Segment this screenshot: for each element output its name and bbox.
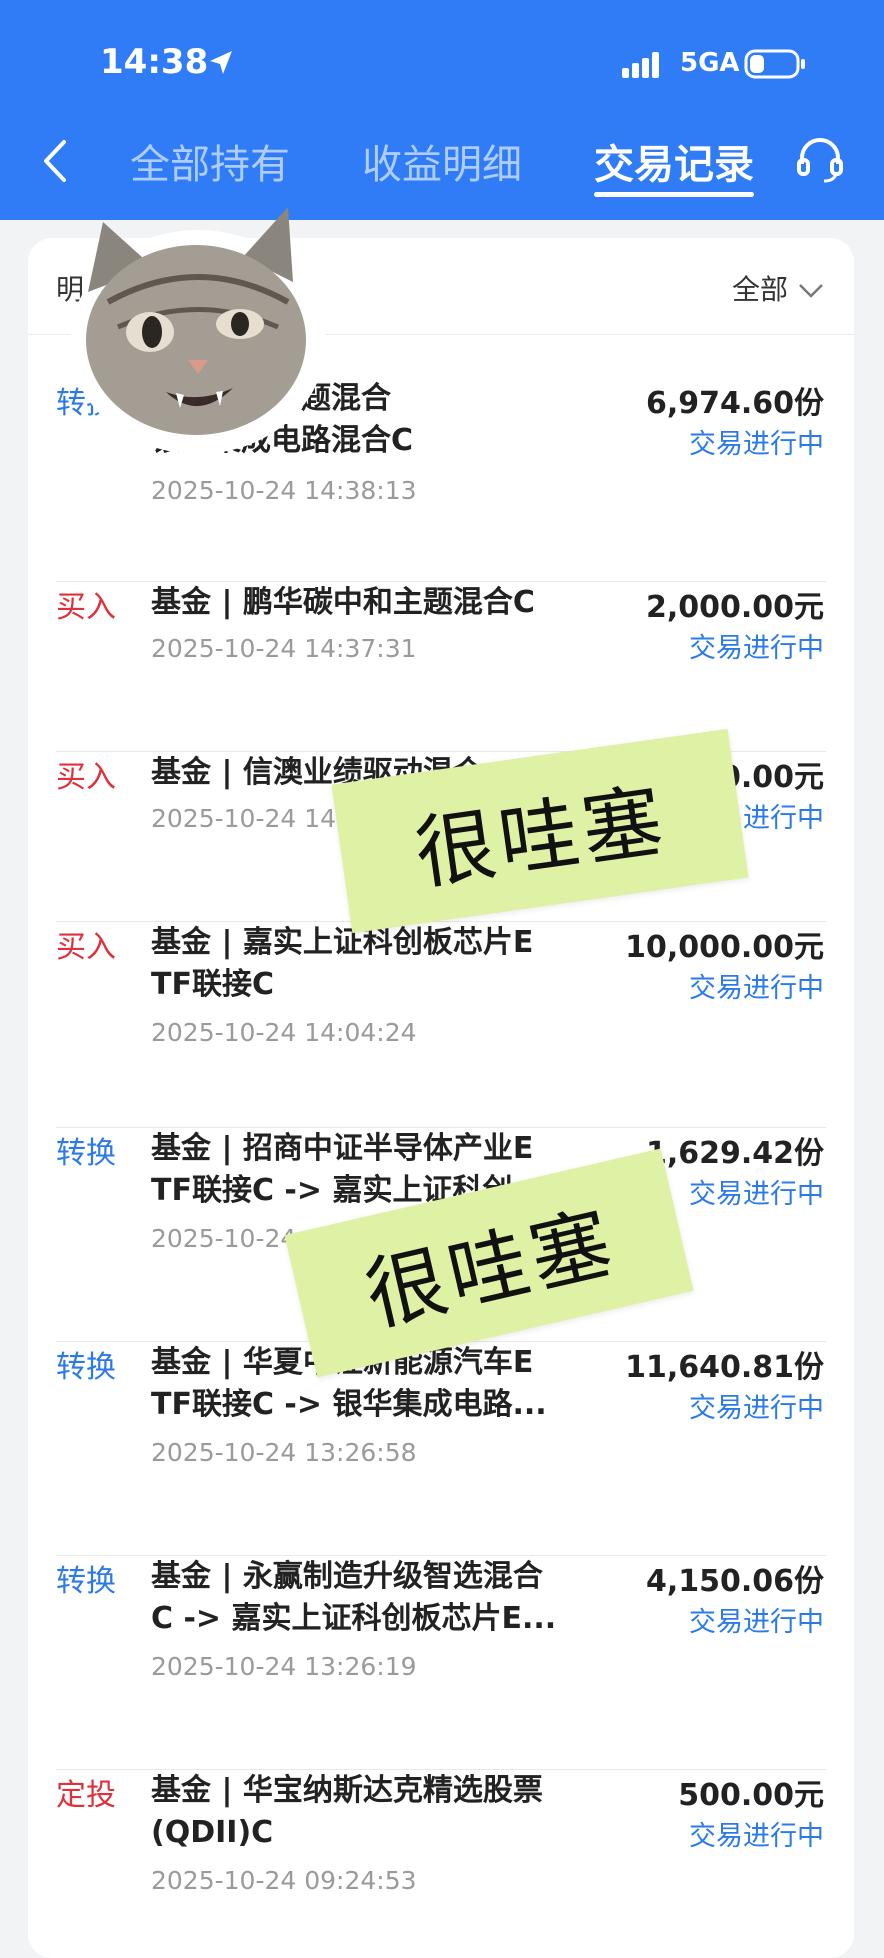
location-arrow-icon [210, 51, 232, 74]
tab-transactions[interactable]: 交易记录 [594, 132, 754, 190]
record-title: 基金 | 华宝纳斯达克精选股票 (QDII)C [151, 1773, 543, 1850]
record-date: 2025-10-24 13:26:58 [151, 1438, 417, 1467]
filter-dropdown-label: 全部 [731, 273, 788, 306]
record-amount: 500.00元 [678, 1778, 824, 1813]
record-status: 交易进行中 [689, 1179, 824, 1210]
cat-sticker-image [70, 207, 326, 454]
record-status: 交易进行中 [689, 1607, 824, 1638]
record-date: 2025-10-24 09:24:53 [151, 1866, 417, 1895]
record-amount: 10,000.00元 [625, 930, 824, 965]
record-date: 2025-10-24 13:26:19 [151, 1652, 417, 1681]
active-tab-indicator [594, 192, 754, 197]
record-amount: 2,000.00元 [645, 590, 824, 625]
record-status: 交易进行中 [689, 973, 824, 1004]
transaction-row[interactable]: 定投 基金 | 华宝纳斯达克精选股票 (QDII)C 2025-10-24 09:… [28, 1770, 854, 1958]
filter-dropdown[interactable]: 全部 [732, 268, 824, 308]
record-amount: 6,974.60份 [645, 386, 824, 421]
chevron-down-icon [799, 284, 823, 298]
status-bar: 14:38 5GA [0, 0, 884, 110]
back-icon[interactable] [36, 136, 76, 186]
transaction-row[interactable]: 买入 基金 | 嘉实上证科创板芯片E TF联接C 2025-10-24 14:04… [28, 922, 854, 1128]
transaction-row[interactable]: 买入 基金 | 鹏华碳中和主题混合C 2025-10-24 14:37:31 2… [28, 582, 854, 752]
record-amount: 11,640.81份 [625, 1350, 824, 1385]
record-status: 交易进行中 [689, 1393, 824, 1424]
record-type: 转换 [56, 1350, 116, 1385]
network-type: 5GA [680, 48, 740, 78]
record-status: 交易进行中 [689, 1821, 824, 1852]
record-type: 定投 [56, 1778, 116, 1813]
headset-icon[interactable] [794, 134, 846, 186]
record-date: 2025-10-24 14:37:31 [151, 634, 417, 663]
record-type: 转换 [56, 1136, 116, 1171]
record-type: 买入 [56, 930, 116, 965]
battery-icon [744, 49, 805, 79]
record-amount: 1,629.42份 [645, 1136, 824, 1171]
record-date: 2025-10-24 14:38:13 [151, 476, 417, 505]
record-date: 2025-10-24 14:04:24 [151, 1018, 417, 1047]
status-time: 14:38 [100, 42, 209, 82]
transaction-card: 明 全部 转换 人工智能主题混合银华集成电路混合C 2025-10-24 14:… [28, 238, 854, 1958]
record-status: 交易进行中 [689, 429, 824, 460]
record-type: 转换 [56, 1564, 116, 1599]
record-title: 基金 | 鹏华碳中和主题混合C [151, 585, 535, 620]
record-title: 基金 | 嘉实上证科创板芯片E TF联接C [151, 925, 534, 1002]
record-date: 2025-10-24 14:0 [151, 804, 361, 833]
record-amount: 4,150.06份 [645, 1564, 824, 1599]
record-date: 2025-10-24 [151, 1224, 297, 1253]
record-type: 买入 [56, 590, 116, 625]
record-type: 买入 [56, 760, 116, 795]
transaction-row[interactable]: 转换 基金 | 华夏中证新能源汽车E TF联接C -> 银华集成电路... 202… [28, 1342, 854, 1556]
record-status: 交易进行中 [689, 633, 824, 664]
record-title: 基金 | 永赢制造升级智选混合 C -> 嘉实上证科创板芯片E... [151, 1559, 557, 1636]
signal-icon [622, 52, 659, 78]
tab-income-detail[interactable]: 收益明细 [362, 132, 522, 190]
transaction-row[interactable]: 转换 基金 | 永赢制造升级智选混合 C -> 嘉实上证科创板芯片E... 202… [28, 1556, 854, 1770]
